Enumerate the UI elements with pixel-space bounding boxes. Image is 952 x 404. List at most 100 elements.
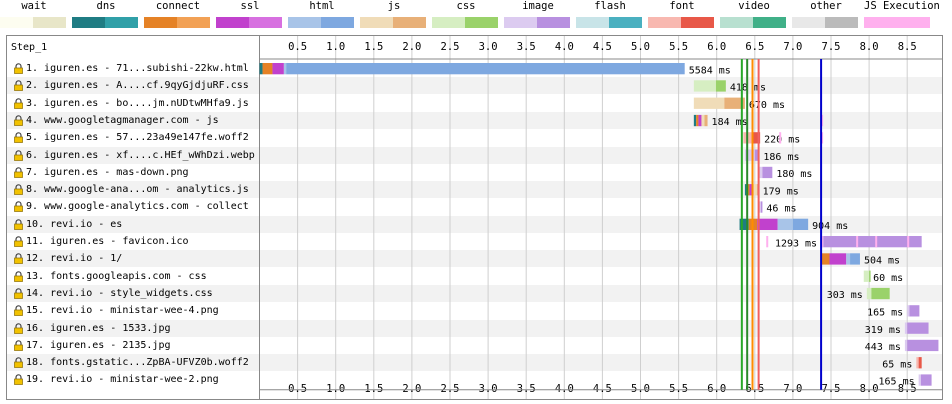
x-tick-label-bottom: 3.0 [479, 383, 498, 395]
x-tick-label-top: 3.5 [517, 41, 536, 53]
legend-swatch [0, 17, 66, 28]
wait-segment [866, 287, 872, 300]
x-tick-label-bottom: 7.0 [783, 383, 802, 395]
duration-label: 5584 ms [689, 65, 731, 76]
dns-segment [259, 63, 263, 75]
duration-label: 46 ms [766, 204, 796, 215]
legend-swatch [864, 17, 930, 28]
legend-label: dns [96, 0, 116, 12]
legend-item-css: css [432, 0, 500, 32]
x-tick-label-bottom: 8.0 [860, 383, 879, 395]
download-segment [909, 305, 920, 317]
gridlines [297, 36, 908, 399]
js-execution-mark [779, 132, 782, 144]
legend-item-other: other [792, 0, 860, 32]
x-tick-label-top: 2.5 [441, 41, 460, 53]
download-segment [918, 357, 922, 369]
wait-segment [846, 253, 851, 265]
wait-segment [283, 63, 287, 75]
wait-segment [918, 374, 921, 386]
x-tick-label-bottom: 7.5 [822, 383, 841, 395]
x-tick-label-top: 4.0 [555, 41, 574, 53]
duration-label: 1293 ms [775, 238, 817, 249]
wait-segment [916, 357, 919, 369]
x-tick-label-bottom: 4.0 [555, 383, 574, 395]
x-tick-label-top: 8.5 [898, 41, 917, 53]
legend-label: wait [21, 0, 47, 12]
dns-segment [693, 114, 697, 127]
download-segment [850, 253, 860, 265]
wait-segment [863, 270, 870, 282]
legend-label: ssl [240, 0, 260, 12]
duration-label: 60 ms [873, 273, 903, 284]
legend-label: connect [155, 0, 201, 12]
legend-label: flash [594, 0, 626, 12]
x-tick-label-top: 1.0 [326, 41, 345, 53]
legend-item-video: video [720, 0, 788, 32]
legend-label: font [669, 0, 695, 12]
connect-segment [821, 253, 830, 265]
legend-swatch [144, 17, 210, 28]
duration-label: 670 ms [749, 100, 785, 111]
download-segment [762, 166, 773, 179]
legend-swatch [72, 17, 138, 28]
legend-item-image: image [504, 0, 572, 32]
download-segment [871, 287, 890, 300]
x-tick-label-bottom: 1.5 [364, 383, 383, 395]
download-segment [907, 322, 929, 334]
legend-item-flash: flash [576, 0, 644, 32]
legend-item-dns: dns [72, 0, 140, 32]
duration-label: 165 ms [879, 377, 915, 388]
legend-swatch [432, 17, 498, 28]
duration-label: 220 ms [764, 135, 800, 146]
legend-label: other [810, 0, 842, 12]
x-tick-label-top: 8.0 [860, 41, 879, 53]
connect-segment [262, 63, 273, 75]
duration-label: 180 ms [776, 169, 812, 180]
legend-label: html [309, 0, 335, 12]
legend-item-js-execution: JS Execution [864, 0, 940, 32]
duration-label: 186 ms [763, 152, 799, 163]
x-tick-label-bottom: 3.5 [517, 383, 536, 395]
wait-segment [693, 80, 716, 92]
x-tick-label-bottom: 4.5 [593, 383, 612, 395]
duration-label: 504 ms [864, 256, 900, 267]
duration-label: 443 ms [865, 342, 901, 353]
download-segment [907, 339, 939, 352]
ssl-segment [698, 114, 702, 127]
js-execution-mark [856, 236, 859, 248]
js-execution-mark [875, 236, 878, 248]
waterfall-chart: 0.5 0.5 1.0 1.0 1.5 1.5 2.0 2.0 2.5 2.5 3.0 3.0 3.5 3… [259, 36, 942, 399]
ssl-segment [829, 253, 847, 265]
x-tick-label-top: 7.5 [822, 41, 841, 53]
duration-label: 179 ms [763, 186, 799, 197]
wait-segment [777, 218, 793, 230]
duration-label: 904 ms [812, 221, 848, 232]
x-tick-label-bottom: 5.0 [631, 383, 650, 395]
wait-segment [701, 114, 705, 127]
wait-segment [907, 305, 910, 317]
legend-swatch [720, 17, 786, 28]
x-tick-label-top: 3.0 [479, 41, 498, 53]
wait-segment [693, 97, 725, 109]
duration-label: 319 ms [865, 325, 901, 336]
x-tick-label-top: 0.5 [288, 41, 307, 53]
x-tick-label-top: 2.0 [402, 41, 421, 53]
download-segment [869, 270, 871, 282]
download-segment [760, 201, 763, 213]
duration-label: 303 ms [827, 290, 863, 301]
x-tick-label-bottom: 6.0 [707, 383, 726, 395]
legend-swatch [360, 17, 426, 28]
legend-label: JS Execution [864, 0, 940, 12]
duration-label: 65 ms [882, 359, 912, 370]
legend-label: video [738, 0, 770, 12]
legend-item-ssl: ssl [216, 0, 284, 32]
legend-item-connect: connect [144, 0, 212, 32]
legend-swatch [792, 17, 858, 28]
download-segment [715, 80, 726, 92]
legend-item-html: html [288, 0, 356, 32]
x-tick-label-bottom: 5.5 [669, 383, 688, 395]
x-tick-label-bottom: 0.5 [288, 383, 307, 395]
connect-segment [696, 114, 699, 127]
ssl-segment [272, 63, 284, 75]
